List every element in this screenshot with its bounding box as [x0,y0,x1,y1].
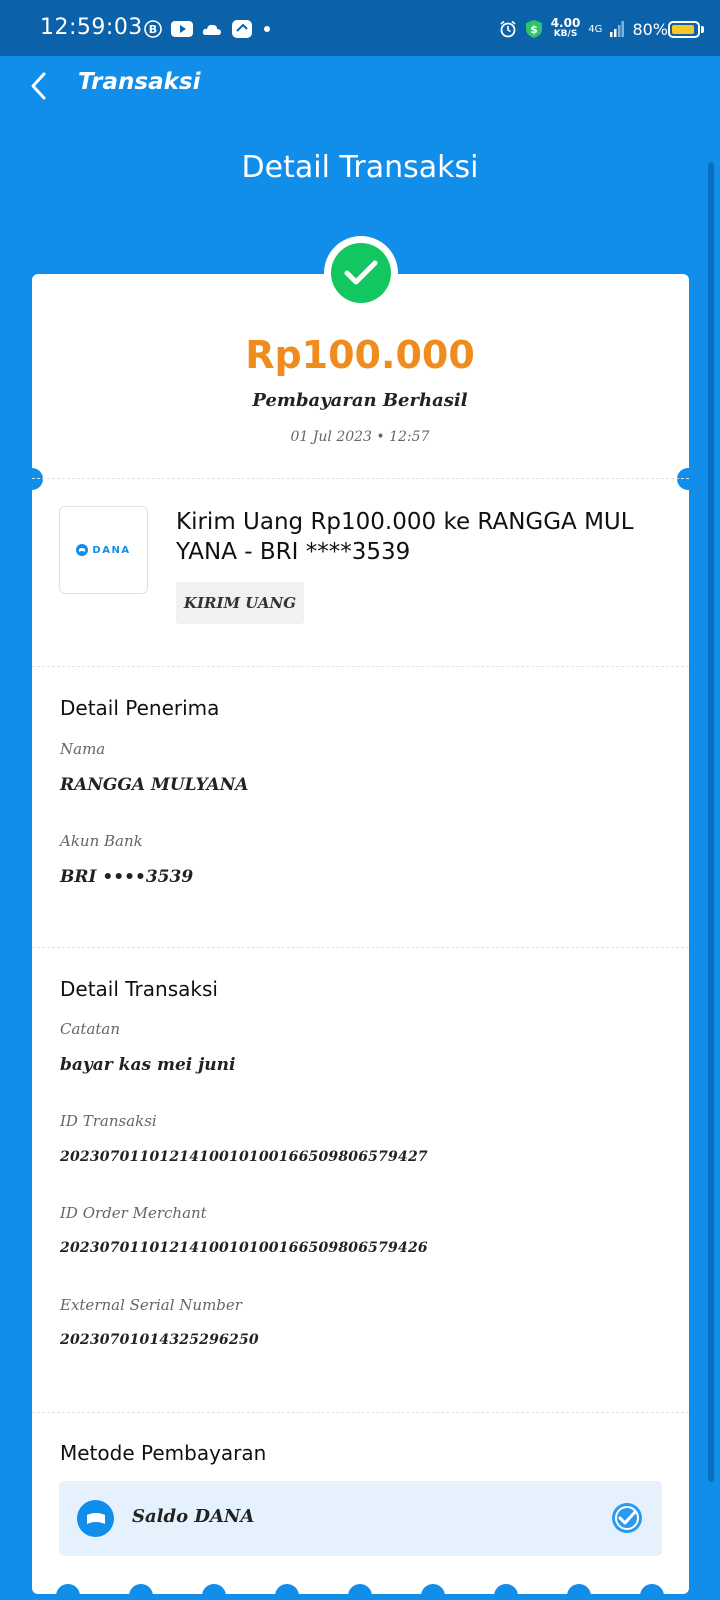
status-time: 12:59:03 [40,15,143,40]
transaction-title: Kirim Uang Rp100.000 ke RANGGA MUL YANA … [176,509,634,565]
signal-icon [610,21,625,37]
bank-account-label: Akun Bank [60,832,143,850]
wallet-icon [77,1500,114,1537]
divider [32,478,689,479]
scallop-dot [348,1584,372,1600]
scallop-dot [494,1584,518,1600]
details-section-title: Detail Transaksi [60,977,218,1001]
payment-method-label: Saldo DANA [132,1506,255,1527]
transaction-type-tag: KIRIM UANG [176,582,304,624]
ticket-notch-left [21,468,43,490]
recipient-name-label: Nama [60,740,106,758]
scallop-dot [567,1584,591,1600]
scallop-dot [202,1584,226,1600]
order-id-value: 2023070110121410010100166509806579426 [60,1240,428,1256]
ticket-notch-right [677,468,699,490]
network-type: 4G [588,23,603,35]
scallop-dot [640,1584,664,1600]
b-circle-icon: B [144,20,162,38]
order-id-label: ID Order Merchant [60,1204,207,1222]
transaction-id-label: ID Transaksi [60,1112,157,1130]
cloud-icon [202,24,221,35]
transaction-id-value: 2023070110121410010100166509806579427 [60,1149,428,1165]
youtube-icon [171,21,193,37]
back-button[interactable] [18,66,58,106]
scallop-dot [421,1584,445,1600]
divider [32,666,689,667]
svg-text:B: B [149,23,157,36]
transaction-card [32,274,689,1594]
recipient-name-value: RANGGA MULYANA [60,775,249,795]
scallop-dot [275,1584,299,1600]
status-bar: 12:59:03 B $ 4.00 KB/S 4G 80% [0,0,720,56]
battery-icon [668,21,700,38]
payment-section-title: Metode Pembayaran [60,1441,267,1465]
recipient-section-title: Detail Penerima [60,696,220,720]
scallop-dot [56,1584,80,1600]
svg-text:$: $ [530,23,538,36]
battery-nub [701,26,704,33]
note-label: Catatan [60,1020,121,1038]
chat-icon [232,20,252,38]
success-check-icon [331,243,391,303]
divider [32,947,689,948]
logo-text: DANA [92,544,131,556]
dot-icon [264,26,270,32]
speed-value: 4.00 [550,16,581,30]
payment-status: Pembayaran Berhasil [252,390,468,411]
network-speed: 4.00 KB/S [550,16,581,40]
verified-check-icon [612,1503,642,1533]
shield-dollar-icon: $ [525,20,542,38]
transaction-amount: Rp100.000 [245,333,475,377]
alarm-icon [500,20,516,38]
speed-unit: KB/S [553,29,578,39]
serial-number-label: External Serial Number [60,1296,242,1314]
transaction-date: 01 Jul 2023 • 12:57 [290,429,430,445]
payment-method-row[interactable]: Saldo DANA [59,1481,662,1556]
chevron-left-icon [31,72,46,100]
merchant-logo: DANA [59,506,148,594]
page-heading: Detail Transaksi [241,150,479,185]
app-bar: Transaksi [0,56,720,114]
notification-icons: B [144,19,272,39]
battery-percent: 80% [632,19,668,39]
serial-number-value: 20230701014325296250 [60,1332,259,1348]
note-value: bayar kas mei juni [60,1055,236,1075]
app-bar-title: Transaksi [78,69,201,95]
ticket-scallop-edge [32,1584,689,1600]
scallop-dot [129,1584,153,1600]
bank-account-value: BRI ••••3539 [60,867,194,887]
system-icons: $ 4.00 KB/S 4G 80% [499,16,668,40]
divider [32,1412,689,1413]
dana-logo-icon [76,544,89,556]
